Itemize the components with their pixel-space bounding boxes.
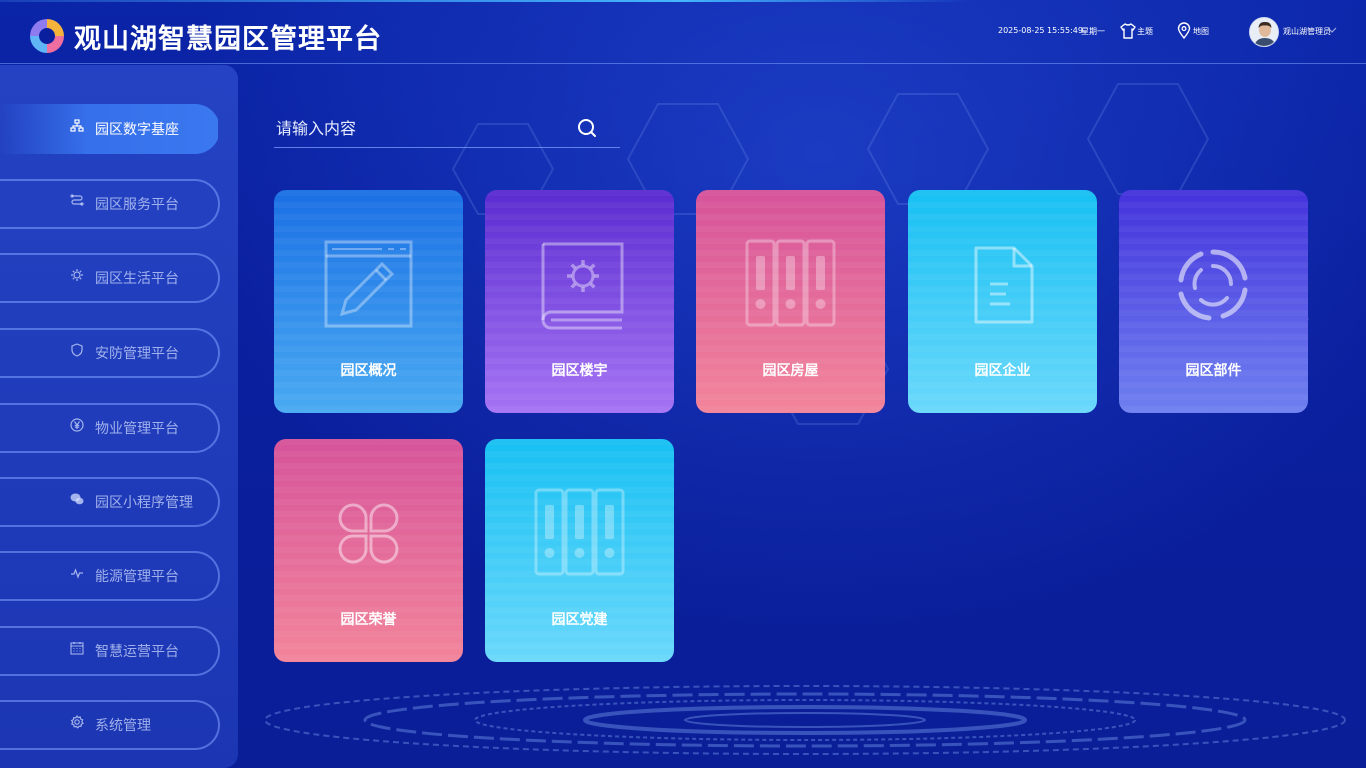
header-accent-line [0,0,970,2]
sidebar-item-service-platform[interactable]: 园区服务平台 [0,179,220,229]
binders-icon [745,239,836,327]
sidebar-item-digital-base[interactable]: 园区数字基座 [0,104,220,154]
clover-icon [338,503,399,564]
sidebar-item-label: 物业管理平台 [95,421,179,437]
sidebar-item-label: 园区小程序管理 [95,495,193,511]
document-icon [974,246,1034,324]
network-icon [70,119,84,132]
sidebar-item-property-platform[interactable]: 物业管理平台 [0,403,220,453]
shield-icon [71,343,83,357]
card-park-overview[interactable]: 园区概况 [274,190,463,413]
card-park-enterprises[interactable]: 园区企业 [908,190,1097,413]
user-avatar-icon [1250,18,1278,46]
pulse-icon [71,568,83,579]
edit-window-icon [324,240,413,328]
wechat-icon [70,493,84,505]
tshirt-icon[interactable] [1119,22,1137,40]
theme-button-label[interactable]: 主题 [1137,26,1153,37]
card-park-honors[interactable]: 园区荣誉 [274,439,463,662]
gear-flower-icon [71,269,83,281]
calendar-icon [70,642,84,655]
card-park-party-building[interactable]: 园区党建 [485,439,674,662]
sidebar-item-system-management[interactable]: 系统管理 [0,700,220,750]
sidebar-item-operation-platform[interactable]: 智慧运营平台 [0,626,220,676]
sidebar-item-label: 园区服务平台 [95,197,179,213]
card-label: 园区部件 [1185,363,1242,379]
username[interactable]: 观山湖管理员 [1283,26,1331,37]
card-label: 园区企业 [974,363,1031,379]
card-label: 园区党建 [551,612,608,628]
ripple-decoration [264,685,1346,755]
search-bar [274,108,620,148]
card-park-components[interactable]: 园区部件 [1119,190,1308,413]
card-label: 园区荣誉 [340,612,397,628]
card-label: 园区楼宇 [551,363,608,379]
header-datetime: 2025-08-25 15:55:49 [998,26,1083,35]
map-button-label[interactable]: 地图 [1193,26,1209,37]
card-label: 园区概况 [340,363,397,379]
sidebar-item-label: 能源管理平台 [95,569,179,585]
user-avatar[interactable] [1249,17,1279,47]
sidebar: 园区数字基座 园区服务平台 园区生活平台 安防管理平台 物业管理平台 园区小程序… [0,65,238,768]
chevron-down-icon[interactable] [1326,24,1338,36]
binders-icon [534,488,625,576]
sidebar-item-life-platform[interactable]: 园区生活平台 [0,253,220,303]
sidebar-item-label: 系统管理 [95,718,151,734]
sidebar-item-label: 园区生活平台 [95,271,179,287]
sidebar-item-energy-platform[interactable]: 能源管理平台 [0,551,220,601]
sidebar-item-label: 智慧运营平台 [95,644,179,660]
sidebar-item-label: 安防管理平台 [95,346,179,362]
card-park-buildings[interactable]: 园区楼宇 [485,190,674,413]
top-header: 观山湖智慧园区管理平台 2025-08-25 15:55:49 星期一 主题 地… [0,0,1366,64]
header-weekday: 星期一 [1081,27,1105,36]
card-label: 园区房屋 [762,363,819,379]
yen-icon [70,418,84,432]
card-park-houses[interactable]: 园区房屋 [696,190,885,413]
app-logo-icon [30,19,64,53]
app-title: 观山湖智慧园区管理平台 [74,24,382,55]
swirl-icon [1178,249,1248,321]
book-gear-icon [541,242,624,330]
search-icon[interactable] [576,117,598,139]
search-input[interactable] [276,116,566,140]
route-icon [70,194,84,206]
sidebar-item-miniprogram[interactable]: 园区小程序管理 [0,477,220,527]
sidebar-item-security-platform[interactable]: 安防管理平台 [0,328,220,378]
sidebar-item-label: 园区数字基座 [95,122,179,138]
settings-icon [70,715,84,729]
map-pin-icon[interactable] [1175,22,1193,40]
